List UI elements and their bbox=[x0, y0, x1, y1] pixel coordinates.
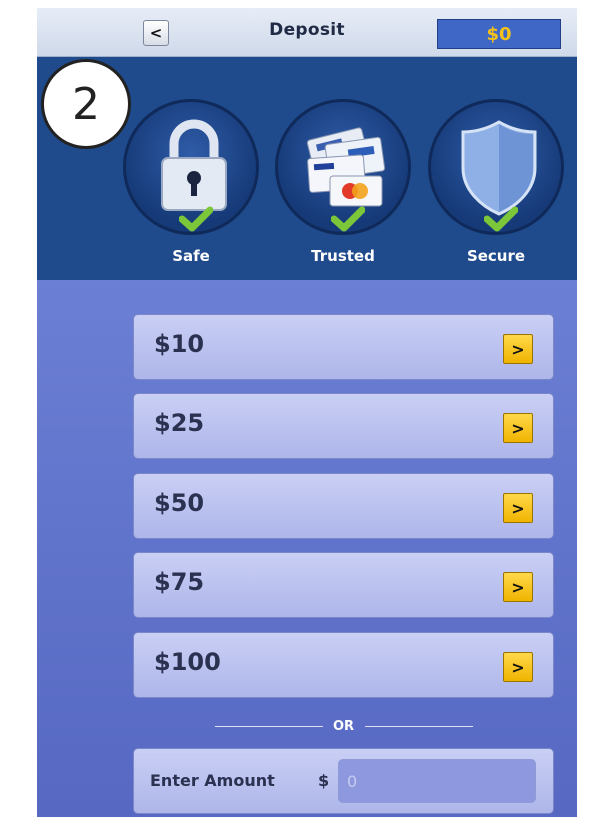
trust-circle bbox=[123, 99, 259, 235]
amount-list: $10 > $25 > $50 > $75 > $100 > OR Enter … bbox=[37, 280, 577, 817]
or-label: OR bbox=[332, 719, 355, 734]
trust-item-secure: Secure bbox=[426, 99, 566, 279]
trust-item-safe: Safe bbox=[121, 99, 261, 279]
amount-button-50[interactable]: $50 > bbox=[133, 473, 554, 539]
enter-amount-label: Enter Amount bbox=[150, 771, 275, 790]
amount-button-25[interactable]: $25 > bbox=[133, 393, 554, 459]
custom-amount-panel: Enter Amount $ bbox=[133, 748, 554, 814]
amount-button-75[interactable]: $75 > bbox=[133, 552, 554, 618]
amount-label: $25 bbox=[154, 409, 205, 437]
checkmark-icon bbox=[484, 206, 518, 232]
trust-label-safe: Safe bbox=[172, 247, 210, 265]
checkmark-icon bbox=[331, 206, 365, 232]
chevron-right-icon[interactable]: > bbox=[503, 334, 533, 364]
amount-label: $75 bbox=[154, 568, 205, 596]
amount-label: $10 bbox=[154, 330, 205, 358]
trust-circle bbox=[275, 99, 411, 235]
trust-label-secure: Secure bbox=[466, 247, 526, 265]
chevron-right-icon[interactable]: > bbox=[503, 493, 533, 523]
trust-circle bbox=[428, 99, 564, 235]
chevron-right-icon[interactable]: > bbox=[503, 413, 533, 443]
currency-symbol: $ bbox=[318, 771, 330, 790]
trust-label-trusted: Trusted bbox=[311, 247, 375, 265]
trust-item-trusted: Trusted bbox=[273, 99, 413, 279]
amount-button-10[interactable]: $10 > bbox=[133, 314, 554, 380]
amount-input[interactable] bbox=[338, 759, 536, 803]
deposit-screen: < Deposit $0 Safe Trusted Secure 2 $10 >… bbox=[37, 8, 577, 817]
divider-line bbox=[365, 726, 473, 727]
trust-badges-panel: Safe Trusted Secure 2 bbox=[37, 57, 577, 280]
amount-button-100[interactable]: $100 > bbox=[133, 632, 554, 698]
step-number-badge: 2 bbox=[41, 59, 131, 149]
amount-label: $50 bbox=[154, 489, 205, 517]
amount-label: $100 bbox=[154, 648, 221, 676]
balance-display: $0 bbox=[437, 19, 561, 49]
or-divider: OR bbox=[133, 717, 554, 737]
top-bar: < Deposit $0 bbox=[37, 8, 577, 57]
chevron-right-icon[interactable]: > bbox=[503, 652, 533, 682]
chevron-right-icon[interactable]: > bbox=[503, 572, 533, 602]
checkmark-icon bbox=[179, 206, 213, 232]
